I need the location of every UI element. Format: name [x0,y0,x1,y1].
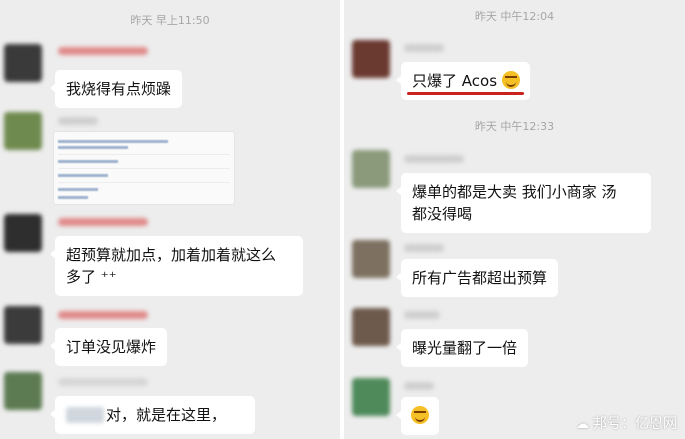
message-text: 都没得喝 [412,205,473,223]
message-text: 对，就是在这里， [106,406,227,424]
wechat-icon: ☁ [576,417,589,432]
timestamp: 昨天 中午12:04 [474,10,555,23]
message-bubble[interactable]: 对，就是在这里， [50,396,255,434]
tears-of-joy-icon [411,406,429,424]
message-bubble[interactable]: 所有广告都超出预算 [395,259,559,297]
red-underline-annotation [407,92,524,95]
avatar[interactable] [4,306,42,344]
redacted-text [66,407,104,423]
message-bubble[interactable] [396,397,439,435]
message-text: 爆单的都是大卖 我们小商家 汤 [412,183,617,201]
avatar[interactable] [352,150,390,188]
message-text: 超预算就加点，加着加着就这么 [66,246,277,264]
avatar[interactable] [352,308,390,346]
sender-name-blurred [58,47,148,55]
sender-name-blurred [58,218,148,226]
right-chat-pane: 昨天 中午12:04 只爆了 Acos 昨天 中午12:33 爆单的都是大卖 我… [344,0,685,439]
avatar[interactable] [4,112,42,150]
message-bubble[interactable]: 爆单的都是大卖 我们小商家 汤 都没得喝 [396,173,651,233]
avatar[interactable] [4,372,42,410]
avatar[interactable] [352,40,390,78]
timestamp: 昨天 中午12:33 [474,120,555,133]
avatar[interactable] [4,44,42,82]
left-chat-pane: 昨天 早上11:50 我烧得有点烦躁 超预算就加点，加着加着就这么 多了 ⁺⁺ … [0,0,340,439]
avatar[interactable] [352,240,390,278]
message-text: 我烧得有点烦躁 [66,80,172,98]
sender-name-blurred [404,311,440,319]
watermark: ☁ 邦号：亿恩网 [576,413,677,433]
sender-name-blurred [404,244,444,252]
sender-name-blurred [58,378,148,386]
message-bubble[interactable]: 订单没见爆炸 [49,328,168,366]
avatar[interactable] [4,214,42,252]
sender-name-blurred [404,382,434,390]
message-text: 多了 ⁺⁺ [66,268,117,286]
sender-name-blurred [404,155,464,163]
avatar[interactable] [352,378,390,416]
message-bubble[interactable]: 超预算就加点，加着加着就这么 多了 ⁺⁺ [50,236,303,296]
watermark-text: 邦号：亿恩网 [593,416,677,432]
image-message[interactable] [53,131,235,205]
message-bubble[interactable]: 我烧得有点烦躁 [49,70,183,108]
message-text: 只爆了 Acos [412,72,498,90]
message-text: 订单没见爆炸 [66,338,157,356]
message-bubble[interactable]: 曝光量翻了一倍 [395,329,529,367]
timestamp: 昨天 早上11:50 [130,14,210,27]
message-text: 所有广告都超出预算 [412,269,548,287]
sender-name-blurred [58,117,98,125]
sender-name-blurred [58,311,148,319]
message-text: 曝光量翻了一倍 [412,339,518,357]
tears-of-joy-icon [501,71,520,89]
sender-name-blurred [404,44,444,52]
